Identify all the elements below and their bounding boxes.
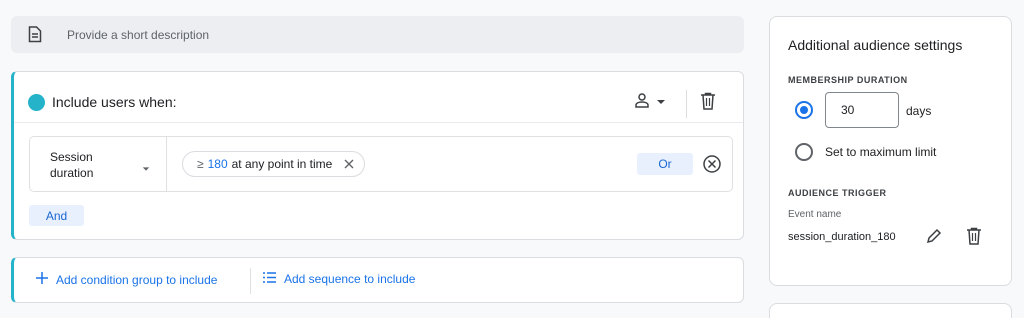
settings-title: Additional audience settings [788,37,963,53]
condition-row: Session duration ≥ 180 at any point in t… [29,136,733,192]
condition-group-card: Include users when: Session duration ≥ 1… [11,71,744,240]
duration-days-input[interactable]: 30 [825,92,899,128]
plus-icon [36,272,48,287]
condition-value: 180 [207,157,228,171]
person-icon [634,92,650,113]
add-actions-card: Add condition group to include Add seque… [11,257,744,303]
event-name-label: Event name [788,209,842,220]
dimension-selector[interactable]: Session duration [30,137,167,191]
delete-group-trash-icon[interactable] [700,92,716,115]
membership-duration-label: MEMBERSHIP DURATION [788,75,908,85]
condition-group-title: Include users when: [52,94,177,110]
dimension-label-line1: Session [50,150,93,164]
operator-symbol: ≥ [197,157,204,171]
max-limit-radio[interactable] [795,143,813,161]
header-divider [686,90,687,118]
pencil-icon[interactable] [925,227,943,250]
condition-scope: at any point in time [231,157,333,171]
caret-down-icon [656,94,666,112]
condition-value-chip[interactable]: ≥ 180 at any point in time [182,151,366,177]
add-condition-group-button[interactable]: Add condition group to include [36,272,217,287]
add-actions-divider [250,268,251,294]
close-icon[interactable] [344,159,354,169]
circle-close-icon[interactable] [702,154,722,179]
duration-unit-label: days [906,104,932,118]
and-button[interactable]: And [29,205,84,226]
dimension-label-line2: duration [50,166,94,180]
event-name-value: session_duration_180 [788,231,896,243]
include-indicator-dot [28,94,45,111]
add-condition-group-label: Add condition group to include [56,272,218,287]
audience-trigger-label: AUDIENCE TRIGGER [788,188,887,198]
custom-days-radio[interactable] [795,101,813,119]
list-icon [263,272,276,286]
or-button[interactable]: Or [637,153,693,175]
caret-down-icon [142,160,150,178]
description-placeholder: Provide a short description [67,27,210,42]
scope-dropdown[interactable] [634,92,666,113]
add-sequence-label: Add sequence to include [284,272,416,286]
document-icon [27,26,43,44]
max-limit-label: Set to maximum limit [825,145,937,159]
trash-icon[interactable] [966,227,982,250]
add-sequence-button[interactable]: Add sequence to include [263,272,415,286]
secondary-settings-card [769,303,1012,318]
audience-settings-panel: Additional audience settings MEMBERSHIP … [769,16,1012,286]
condition-group-header: Include users when: [14,72,743,123]
description-input[interactable]: Provide a short description [11,16,744,53]
